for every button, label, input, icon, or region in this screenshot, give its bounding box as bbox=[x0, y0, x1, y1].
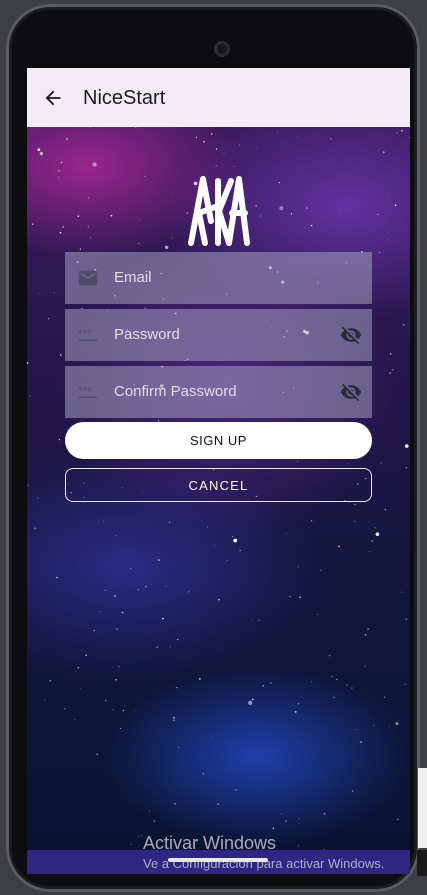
app-screen: NiceStart Email *** Password *** Confirm… bbox=[27, 68, 410, 874]
email-field[interactable]: Email bbox=[65, 252, 372, 304]
confirm-password-field[interactable]: *** Confirm Password bbox=[65, 366, 372, 418]
svg-text:***: *** bbox=[78, 328, 92, 339]
cancel-button[interactable]: CANCEL bbox=[65, 468, 372, 502]
eye-off-icon[interactable] bbox=[340, 324, 362, 346]
password-field[interactable]: *** Password bbox=[65, 309, 372, 361]
windows-activation-title: Activar Windows bbox=[143, 833, 277, 853]
background-window-edge bbox=[417, 850, 427, 876]
password-dots-icon: *** bbox=[78, 385, 98, 399]
svg-text:***: *** bbox=[78, 385, 92, 396]
confirm-password-placeholder: Confirm Password bbox=[114, 383, 237, 400]
aka-logo bbox=[188, 176, 250, 246]
sign-up-button[interactable]: SIGN UP bbox=[65, 422, 372, 459]
eye-off-icon[interactable] bbox=[340, 381, 362, 403]
email-icon bbox=[78, 270, 98, 286]
app-title: NiceStart bbox=[83, 87, 166, 109]
front-camera bbox=[214, 41, 230, 57]
app-bar: NiceStart bbox=[27, 68, 410, 127]
password-dots-icon: *** bbox=[78, 328, 98, 342]
windows-activation-subtitle: Ve a Configuración para activar Windows. bbox=[143, 856, 385, 871]
back-button[interactable] bbox=[39, 84, 67, 112]
background-window-edge bbox=[418, 768, 427, 848]
password-placeholder: Password bbox=[114, 326, 180, 343]
email-placeholder: Email bbox=[114, 269, 152, 286]
arrow-left-icon bbox=[45, 90, 61, 106]
